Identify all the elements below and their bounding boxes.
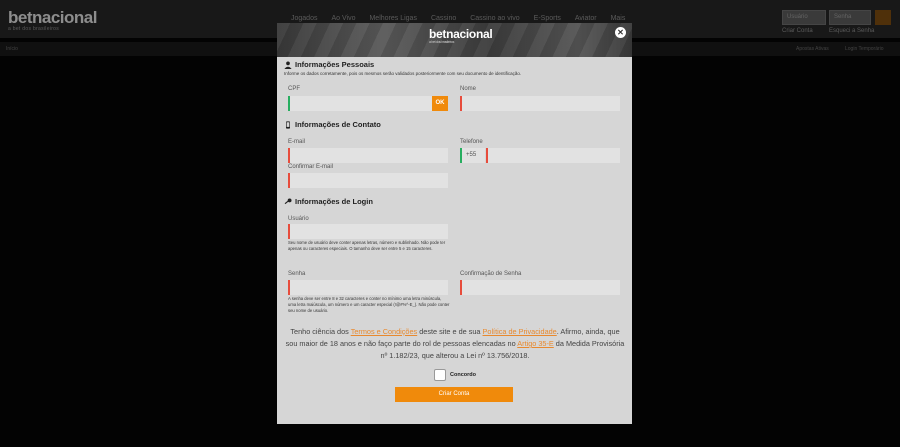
username-label: Usuário (288, 216, 309, 222)
cpf-input[interactable] (288, 96, 432, 111)
section-contact-title: Informações de Contato (295, 120, 381, 129)
email-label: E-mail (288, 139, 306, 145)
section-personal-desc: Informe os dados corretamente, pois os m… (284, 71, 522, 76)
signup-modal: betnacional a bet dos brasileiros ✕ Info… (277, 23, 632, 424)
modal-header: betnacional a bet dos brasileiros ✕ (277, 23, 632, 57)
confirm-email-label: Confirmar E-mail (288, 164, 334, 170)
modal-logo: betnacional a bet dos brasileiros (429, 27, 493, 44)
email-input[interactable] (288, 148, 448, 163)
section-personal-title: Informações Pessoais (295, 60, 375, 69)
article-35e-link[interactable]: Artigo 35-E (517, 339, 554, 348)
close-icon[interactable]: ✕ (615, 27, 626, 38)
agree-label: Concordo (450, 372, 476, 378)
section-login: Informações de Login (284, 197, 373, 206)
password-label: Senha (288, 271, 306, 277)
privacy-policy-link[interactable]: Política de Privacidade (483, 327, 557, 336)
terms-part1: Tenho ciência dos (290, 327, 351, 336)
section-personal: Informações Pessoais (284, 60, 374, 69)
confirm-password-label: Confirmação de Senha (460, 271, 522, 277)
phone-icon (286, 120, 290, 129)
username-input[interactable] (288, 224, 448, 239)
phone-prefix: +55 (460, 148, 485, 163)
confirm-email-input[interactable] (288, 173, 448, 188)
section-login-title: Informações de Login (295, 197, 373, 206)
modal-logo-text: betnacional (429, 27, 493, 41)
create-account-button[interactable]: Criar Conta (395, 387, 513, 402)
agree-row: Concordo (434, 369, 476, 381)
user-icon (284, 61, 292, 69)
cpf-ok-button[interactable]: OK (432, 96, 448, 111)
phone-label: Telefone (460, 139, 483, 145)
cpf-label: CPF (288, 86, 300, 92)
key-icon (284, 197, 292, 204)
terms-part2: deste site e de sua (417, 327, 483, 336)
phone-input[interactable] (486, 148, 620, 163)
terms-text: Tenho ciência dos Termos e Condições des… (285, 326, 625, 362)
terms-conditions-link[interactable]: Termos e Condições (351, 327, 418, 336)
password-help: A senha deve ser entre 8 e 32 caracteres… (288, 296, 450, 313)
confirm-password-input[interactable] (460, 280, 620, 295)
section-contact: Informações de Contato (284, 120, 381, 129)
agree-checkbox[interactable] (434, 369, 446, 381)
username-help: Seu nome de usuário deve conter apenas l… (288, 240, 446, 251)
password-input[interactable] (288, 280, 448, 295)
name-label: Nome (460, 86, 477, 92)
name-input[interactable] (460, 96, 620, 111)
